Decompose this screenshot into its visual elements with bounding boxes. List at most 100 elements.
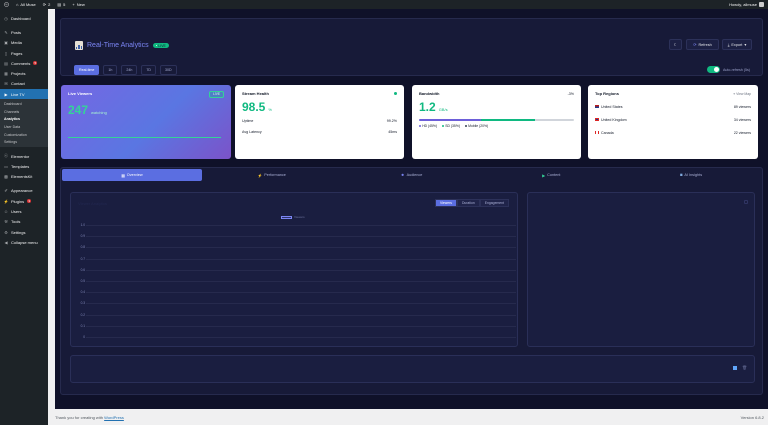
tab-audience[interactable]: ☻ Audience bbox=[342, 169, 482, 181]
theme-toggle-button[interactable]: ☾ bbox=[669, 39, 682, 50]
sidebar-item-label: Appearance bbox=[11, 188, 33, 194]
grid-view-icon[interactable] bbox=[733, 366, 737, 370]
new-label: New bbox=[76, 2, 85, 7]
range-realtime[interactable]: Real-time bbox=[74, 65, 100, 75]
regions-list: United States 89 viewers United Kingdom 34… bbox=[595, 100, 751, 139]
footer-thanks-text: Thank you for creating with bbox=[55, 414, 105, 420]
sidebar-item-posts[interactable]: ✎ Posts bbox=[0, 27, 48, 37]
viewers-sparkline bbox=[68, 137, 221, 138]
sidebar-item-appearance[interactable]: ✐ Appearance bbox=[0, 186, 48, 196]
card-title: Live Viewers bbox=[68, 91, 93, 96]
page-icon: ▯ bbox=[4, 50, 8, 56]
trash-icon[interactable]: 🗑 bbox=[742, 366, 747, 370]
wp-logo-icon[interactable]: W bbox=[4, 2, 9, 7]
tab-performance[interactable]: ⚡ Performance bbox=[202, 169, 342, 181]
range-30d[interactable]: 30D bbox=[160, 65, 177, 75]
admin-footer: Thank you for creating with WordPress Ve… bbox=[55, 409, 768, 425]
expand-icon[interactable] bbox=[744, 200, 748, 204]
time-range-selector: Real-time 1h 24h 7D 30D bbox=[74, 65, 177, 75]
export-button[interactable]: ⤓ Export ▾ bbox=[722, 39, 752, 50]
sidebar-item-dashboard[interactable]: ◷ Dashboard bbox=[0, 13, 48, 23]
sidebar-item-projects[interactable]: ▦ Projects bbox=[0, 68, 48, 78]
y-tick-label: 0.6 bbox=[80, 267, 85, 272]
sidebar-item-templates[interactable]: ▭ Templates bbox=[0, 161, 48, 171]
auto-refresh-toggle[interactable] bbox=[707, 66, 721, 73]
sidebar-item-elementor[interactable]: ⓔ Elementor bbox=[0, 151, 48, 161]
brush-icon: ✐ bbox=[4, 188, 8, 194]
updates-link[interactable]: ⟳ 2 bbox=[43, 2, 51, 7]
sidebar-item-label: Elementor bbox=[11, 153, 30, 159]
tab-overview[interactable]: ▦ Overview bbox=[62, 169, 202, 181]
wordpress-link[interactable]: WordPress bbox=[104, 415, 124, 420]
sidebar-item-label: ElementsKit bbox=[11, 174, 33, 180]
pin-icon: ✎ bbox=[4, 29, 8, 35]
auto-refresh-control: Auto-refresh (5s) bbox=[707, 66, 750, 73]
collapse-icon: ◀ bbox=[4, 239, 8, 245]
collapse-menu-button[interactable]: ◀ Collapse menu bbox=[0, 237, 48, 247]
submenu-channels[interactable]: Channels bbox=[0, 108, 48, 116]
sd-dot-icon bbox=[442, 124, 445, 128]
chart-gridline bbox=[86, 325, 516, 327]
range-24h[interactable]: 24h bbox=[121, 65, 138, 75]
legend-hd-label: HD (45%) bbox=[422, 124, 438, 128]
sidebar-item-comments[interactable]: ▤ Comments 5 bbox=[0, 58, 48, 68]
howdy-text: Howdy, allmuse bbox=[729, 2, 757, 7]
site-name-link[interactable]: ⌂ All Muse bbox=[16, 2, 36, 7]
settings-icon: ⚙ bbox=[4, 229, 8, 235]
sidebar-item-pages[interactable]: ▯ Pages bbox=[0, 48, 48, 58]
sidebar-item-elementskit[interactable]: ▩ ElementsKit bbox=[0, 172, 48, 182]
card-title: Top Regions bbox=[595, 91, 619, 96]
sidebar-item-users[interactable]: ☺ Users bbox=[0, 206, 48, 216]
sidebar-item-label: Tools bbox=[11, 219, 21, 225]
range-1h[interactable]: 1h bbox=[103, 65, 118, 75]
refresh-button[interactable]: ⟳ Refresh bbox=[686, 39, 719, 50]
view-map-link[interactable]: ⌖ View Map bbox=[733, 92, 751, 96]
health-status-dot-icon bbox=[394, 92, 397, 95]
page-title: Real-Time Analytics LIVE bbox=[75, 41, 169, 50]
sidebar-item-live-tv[interactable]: ▶ Live TV bbox=[0, 89, 48, 100]
sidebar-item-media[interactable]: ▣ Media bbox=[0, 38, 48, 48]
submenu-settings[interactable]: Settings bbox=[0, 138, 48, 146]
plugins-badge: 3 bbox=[27, 199, 32, 204]
live-tv-submenu: Dashboard Channels Analytics User Data C… bbox=[0, 99, 48, 147]
my-account[interactable]: Howdy, allmuse bbox=[729, 2, 764, 7]
sidebar-item-label: Posts bbox=[11, 29, 22, 35]
analytics-header: Real-Time Analytics LIVE ☾ ⟳ Refresh ⤓ Exp… bbox=[60, 18, 763, 76]
legend-sd: SD (35%) bbox=[442, 124, 460, 128]
sidebar-item-plugins[interactable]: ⚡ Plugins 3 bbox=[0, 196, 48, 206]
uptime-label: Uptime bbox=[242, 119, 254, 123]
submenu-analytics[interactable]: Analytics bbox=[0, 116, 48, 124]
segment-viewers[interactable]: Viewers bbox=[434, 199, 457, 207]
legend-swatch bbox=[281, 215, 292, 219]
comments-count: 5 bbox=[63, 2, 66, 7]
sidebar-item-tools[interactable]: ⚒ Tools bbox=[0, 217, 48, 227]
tab-ai-insights[interactable]: ◙ AI Insights bbox=[621, 169, 761, 181]
uptime-row: Uptime 99.2% bbox=[242, 119, 397, 123]
sidebar-item-settings[interactable]: ⚙ Settings bbox=[0, 227, 48, 237]
live-viewers-card: Live Viewers LIVE 247 watching bbox=[61, 85, 231, 159]
new-content-link[interactable]: + New bbox=[72, 2, 84, 7]
health-number: 98.5 bbox=[242, 100, 266, 114]
video-icon: ▶ bbox=[4, 91, 8, 97]
export-label: Export bbox=[731, 42, 743, 47]
y-tick-label: 0.7 bbox=[80, 256, 85, 261]
sidebar-item-contact[interactable]: ✉ Contact bbox=[0, 79, 48, 89]
range-7d[interactable]: 7D bbox=[141, 65, 156, 75]
bandwidth-card: Bandwidth -3% 1.2 GB/s HD (45%) SD (35%) … bbox=[412, 85, 581, 159]
submenu-user-data[interactable]: User Data bbox=[0, 123, 48, 131]
segment-duration[interactable]: Duration bbox=[456, 199, 480, 207]
tab-label: Overview bbox=[126, 173, 143, 177]
sidebar-item-label: Users bbox=[11, 209, 22, 215]
comment-icon: ▤ bbox=[4, 60, 8, 66]
submenu-customization[interactable]: Customization bbox=[0, 131, 48, 139]
comments-link[interactable]: ▤ 5 bbox=[57, 2, 65, 7]
submenu-dashboard[interactable]: Dashboard bbox=[0, 100, 48, 108]
segment-engagement[interactable]: Engagement bbox=[479, 199, 509, 207]
folder-icon: ▭ bbox=[4, 163, 8, 169]
list-item: United Kingdom 34 viewers bbox=[595, 113, 751, 126]
metric-segmented-control: Viewers Duration Engagement bbox=[434, 199, 509, 207]
chart-gridline bbox=[86, 269, 516, 271]
y-tick-label: 0 bbox=[83, 335, 85, 339]
portfolio-icon: ▦ bbox=[4, 71, 8, 77]
tab-content[interactable]: ▶ Content bbox=[481, 169, 621, 181]
